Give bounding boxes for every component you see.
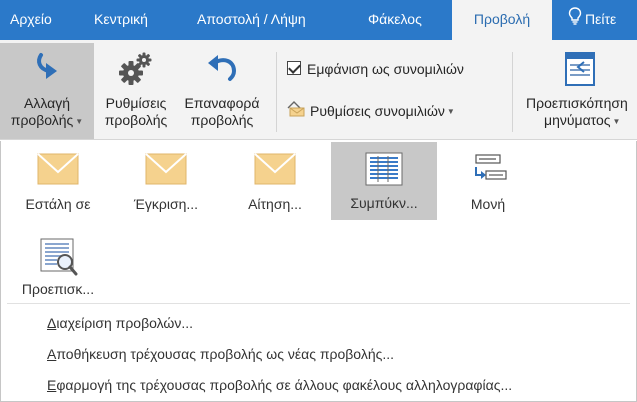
conversation-settings-button[interactable]: Ρυθμίσεις συνομιλιών ▼	[286, 98, 455, 124]
lightbulb-icon	[568, 1, 582, 39]
change-view-button[interactable]: Αλλαγή προβολής ▼	[0, 43, 94, 139]
view-item-label: Συμπύκν...	[350, 195, 418, 211]
compact-list-icon	[331, 152, 437, 188]
apply-view-to-folders-link[interactable]: Εφαρμογή της τρέχουσας προβολής σε άλλου…	[47, 377, 512, 393]
manage-views-label: ιαχείριση προβολών...	[56, 315, 194, 331]
show-as-conversations-label: Εμφάνιση ως συνομιλιών	[307, 61, 464, 77]
view-item-compact[interactable]: Συμπύκν...	[331, 142, 437, 220]
view-item-sent-to[interactable]: Εστάλη σε	[5, 143, 111, 221]
ribbon-view-group: Αλλαγή προβολής ▼ Ρυθμίσεις προβολής Επα…	[0, 40, 637, 140]
view-item-label: Αίτηση...	[248, 196, 302, 212]
conversation-settings-label: Ρυθμίσεις συνομιλιών	[310, 103, 445, 119]
ribbon-separator	[276, 52, 277, 132]
change-view-dropdown: Εστάλη σε Έγκριση... Αίτηση... Συμπύκν..…	[0, 141, 637, 402]
preview-magnifier-icon	[5, 238, 111, 276]
undo-arrow-icon	[176, 49, 268, 93]
message-preview-button[interactable]: Προεπισκόπηση μηνύματος ▼	[522, 43, 637, 139]
view-item-label: Έγκριση...	[133, 196, 199, 212]
view-settings-label-1: Ρυθμίσεις	[105, 95, 167, 111]
view-item-single[interactable]: Μονή	[435, 143, 541, 221]
ribbon-separator	[512, 52, 513, 132]
tab-tell-me[interactable]: Πείτε	[568, 0, 616, 40]
view-item-preview[interactable]: Προεπισκ...	[5, 228, 111, 306]
message-preview-icon	[522, 49, 637, 93]
reset-view-label-2: προβολής	[190, 112, 254, 128]
tab-view[interactable]: Προβολή	[452, 0, 552, 40]
view-settings-label-2: προβολής	[104, 112, 168, 128]
tell-me-label: Πείτε	[585, 11, 617, 27]
view-item-label: Μονή	[470, 196, 506, 212]
envelope-icon	[222, 153, 328, 189]
show-as-conversations-checkbox[interactable]: Εμφάνιση ως συνομιλιών	[287, 56, 464, 82]
message-preview-label-1: Προεπισκόπηση	[526, 95, 628, 111]
envelope-icon	[113, 153, 219, 189]
gear-icon	[96, 49, 176, 93]
manage-views-link[interactable]: Διαχείριση προβολών...	[47, 315, 193, 331]
ribbon-tab-bar: Αρχείο Κεντρική Αποστολή / Λήψη Φάκελος …	[0, 0, 637, 40]
access-key-letter: Α	[47, 346, 57, 362]
tab-home[interactable]: Κεντρική	[94, 0, 148, 40]
access-key-letter: Δ	[47, 315, 57, 331]
tab-folder[interactable]: Φάκελος	[368, 0, 422, 40]
tab-send-receive[interactable]: Αποστολή / Λήψη	[197, 0, 306, 40]
change-view-label-1: Αλλαγή	[23, 95, 70, 111]
save-view-as-new-link[interactable]: Αποθήκευση τρέχουσας προβολής ως νέας πρ…	[47, 346, 394, 362]
view-settings-button[interactable]: Ρυθμίσεις προβολής	[96, 43, 176, 139]
apply-view-label: φαρμογή της τρέχουσας προβολής σε άλλους…	[56, 377, 513, 393]
message-preview-label-2: μηνύματος	[544, 112, 611, 128]
chevron-down-icon: ▼	[446, 107, 455, 117]
access-key-letter: Ε	[47, 377, 57, 393]
chevron-down-icon: ▼	[612, 116, 621, 126]
single-view-icon	[435, 153, 541, 189]
save-view-label: ποθήκευση τρέχουσας προβολής ως νέας προ…	[56, 346, 395, 362]
menu-divider	[7, 303, 630, 304]
view-item-request[interactable]: Αίτηση...	[222, 143, 328, 221]
checkbox-checked-icon	[287, 61, 301, 76]
reset-view-label-1: Επαναφορά	[184, 95, 260, 111]
chevron-down-icon: ▼	[75, 116, 84, 126]
view-item-label: Προεπισκ...	[21, 281, 95, 297]
change-view-icon	[0, 49, 94, 93]
view-item-label: Εστάλη σε	[25, 196, 91, 212]
view-item-approval[interactable]: Έγκριση...	[113, 143, 219, 221]
reset-view-button[interactable]: Επαναφορά προβολής	[176, 43, 268, 139]
tab-file[interactable]: Αρχείο	[10, 0, 52, 40]
change-view-label-2: προβολής	[10, 112, 74, 128]
envelope-icon	[5, 153, 111, 189]
conversation-settings-icon	[286, 99, 306, 125]
